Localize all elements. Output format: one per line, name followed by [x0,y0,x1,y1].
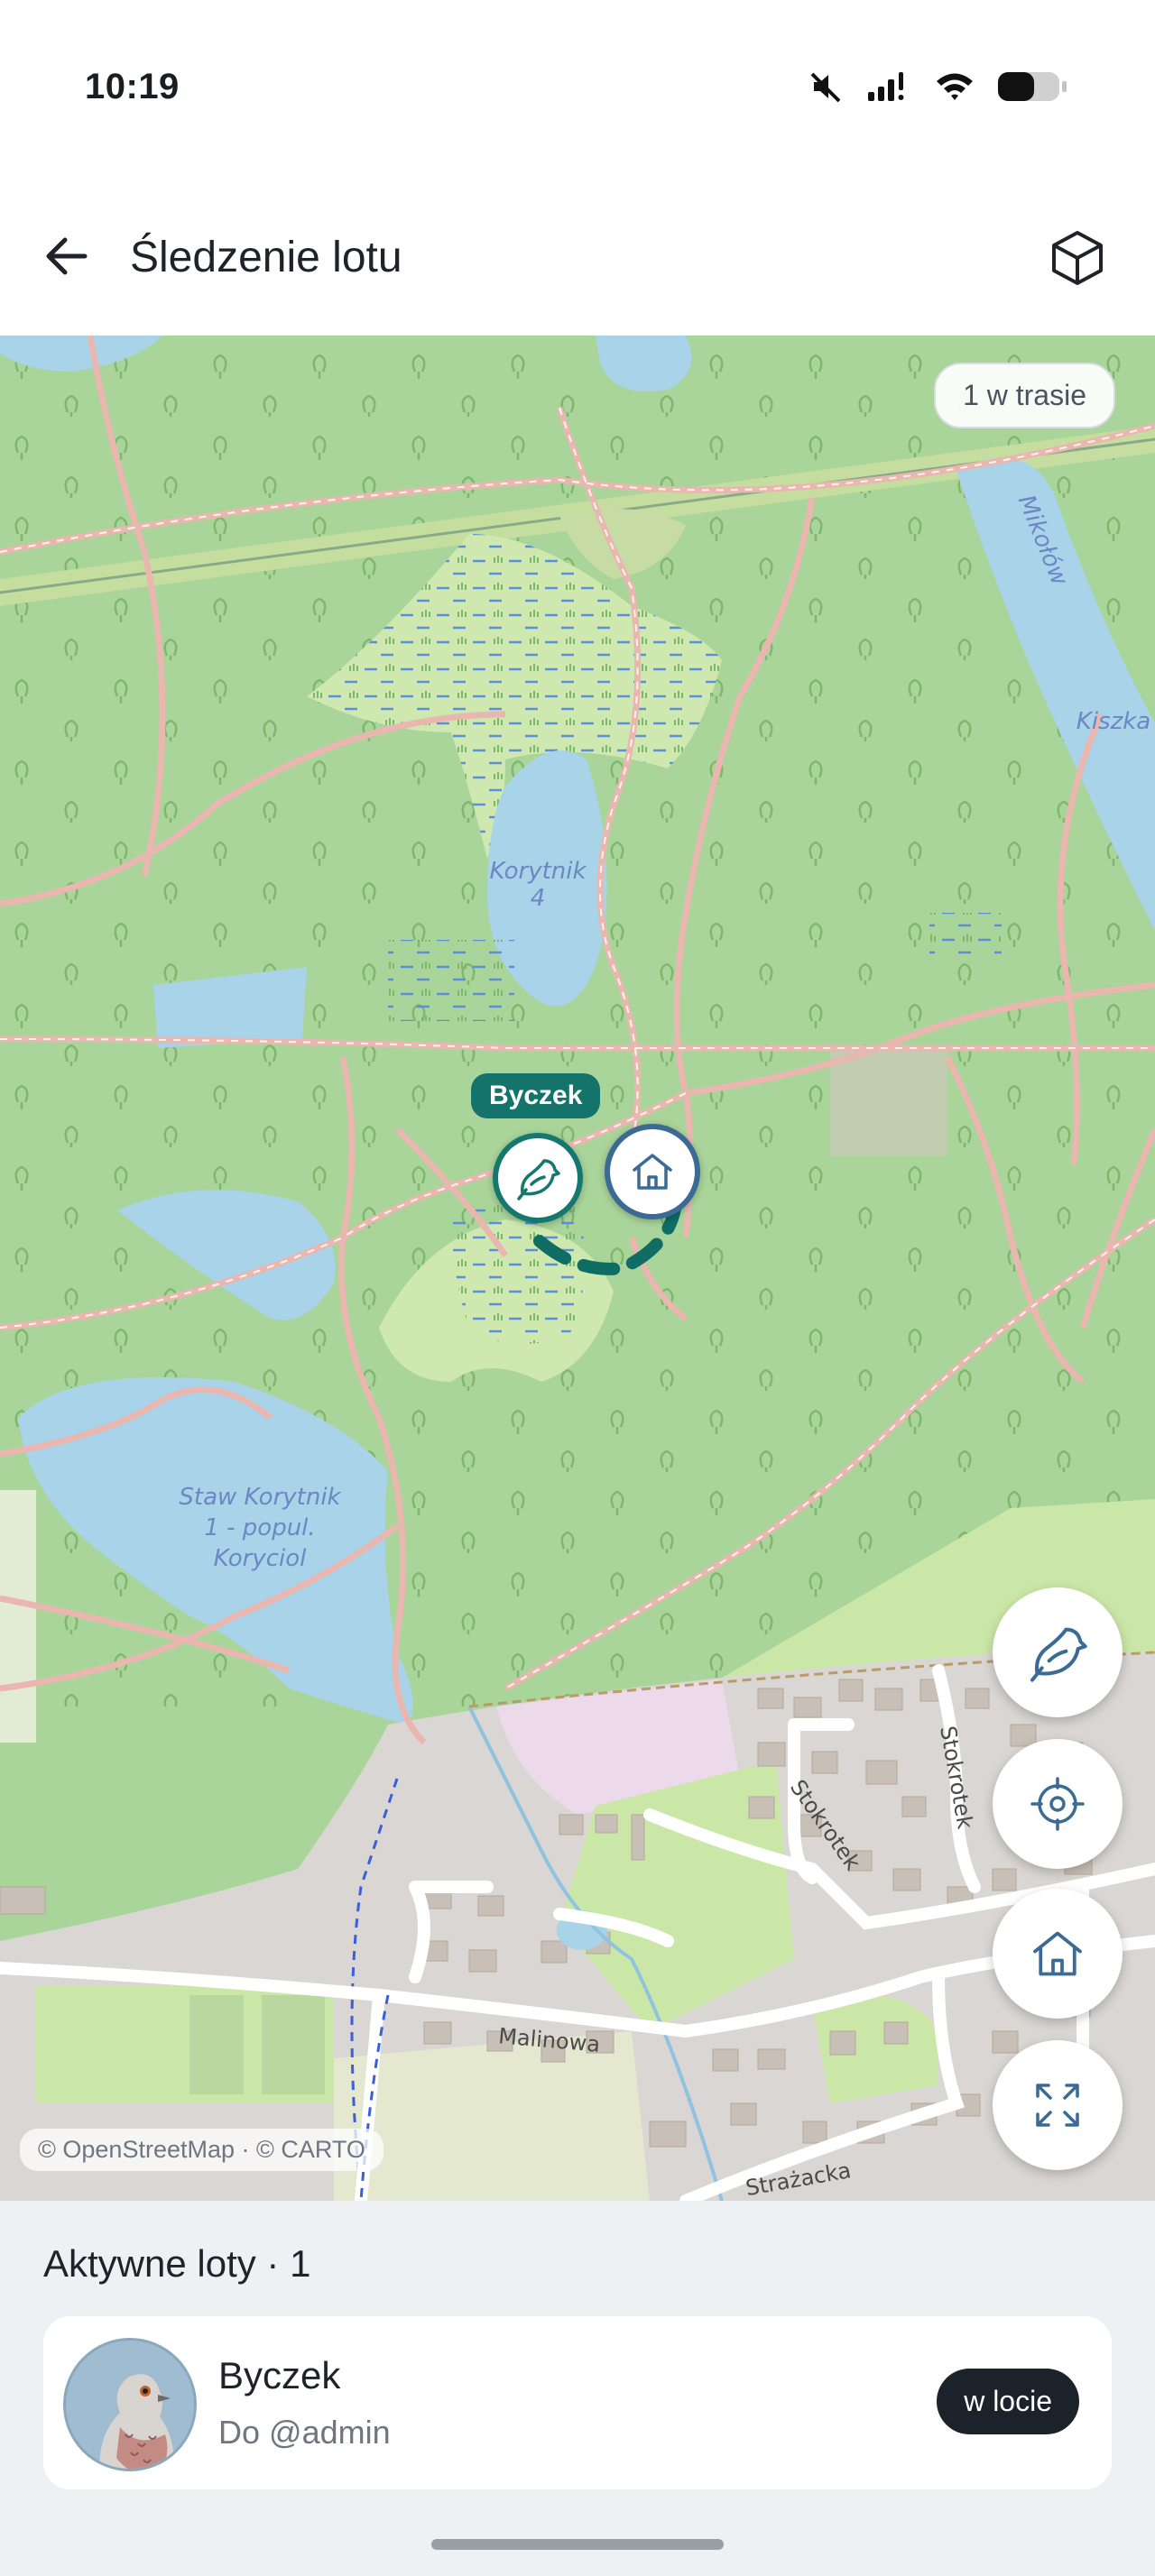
focus-home-button[interactable] [993,1889,1123,2019]
home-marker[interactable] [605,1124,700,1219]
focus-bird-button[interactable] [993,1587,1123,1717]
bird-marker-label: Byczek [471,1073,601,1118]
3d-view-button[interactable] [1043,224,1112,292]
label-staw-1: Staw Korytnik [179,1484,341,1511]
wifi-icon [937,73,973,100]
expand-icon [1036,2084,1079,2127]
app-bar: Śledzenie lotu [0,180,1155,336]
status-time: 10:19 [85,67,180,106]
pigeon-avatar [63,2338,197,2471]
sheet-title: Aktywne loty · 1 [43,2242,311,2285]
status-icons [808,69,1068,105]
arrow-left-icon [46,237,88,275]
bird-icon [1030,1627,1087,1682]
label-korytnik4-2: 4 [531,885,546,912]
mute-icon [810,72,841,103]
bird-icon [517,1159,560,1201]
flight-card[interactable]: Byczek Do @admin w locie [43,2316,1112,2489]
map-tiles: Korytnik 4 Staw Korytnik 1 - popul. Kory… [0,336,1155,2201]
home-indicator[interactable] [431,2539,724,2550]
label-staw-2: 1 - popul. [204,1514,315,1541]
status-bar: 10:19 [0,0,1155,180]
signal-icon [868,72,904,101]
active-flights-sheet: Aktywne loty · 1 Byczek Do @admin w loci… [0,2201,1155,2576]
back-button[interactable] [32,222,101,290]
flight-destination: Do @admin [218,2414,391,2451]
flight-status-badge: w locie [937,2369,1079,2434]
pigeon-icon [66,2341,194,2469]
map-attribution[interactable]: © OpenStreetMap · © CARTO [20,2129,383,2171]
label-staw-3: Koryciol [214,1545,308,1572]
crosshair-icon [1030,1777,1085,1831]
home-icon [1033,1931,1082,1976]
page-title: Śledzenie lotu [130,234,402,281]
battery-icon [998,72,1067,101]
my-location-button[interactable] [993,1739,1123,1869]
bird-marker[interactable] [493,1133,583,1223]
home-icon [633,1154,672,1190]
label-kiszka: Kiszka [1076,708,1150,735]
map-view[interactable]: Korytnik 4 Staw Korytnik 1 - popul. Kory… [0,336,1155,2201]
flight-bird-name: Byczek [218,2354,341,2397]
cube-icon [1052,231,1103,285]
label-korytnik4-1: Korytnik [489,858,587,885]
fit-bounds-button[interactable] [993,2040,1123,2170]
in-route-badge: 1 w trasie [934,363,1115,428]
